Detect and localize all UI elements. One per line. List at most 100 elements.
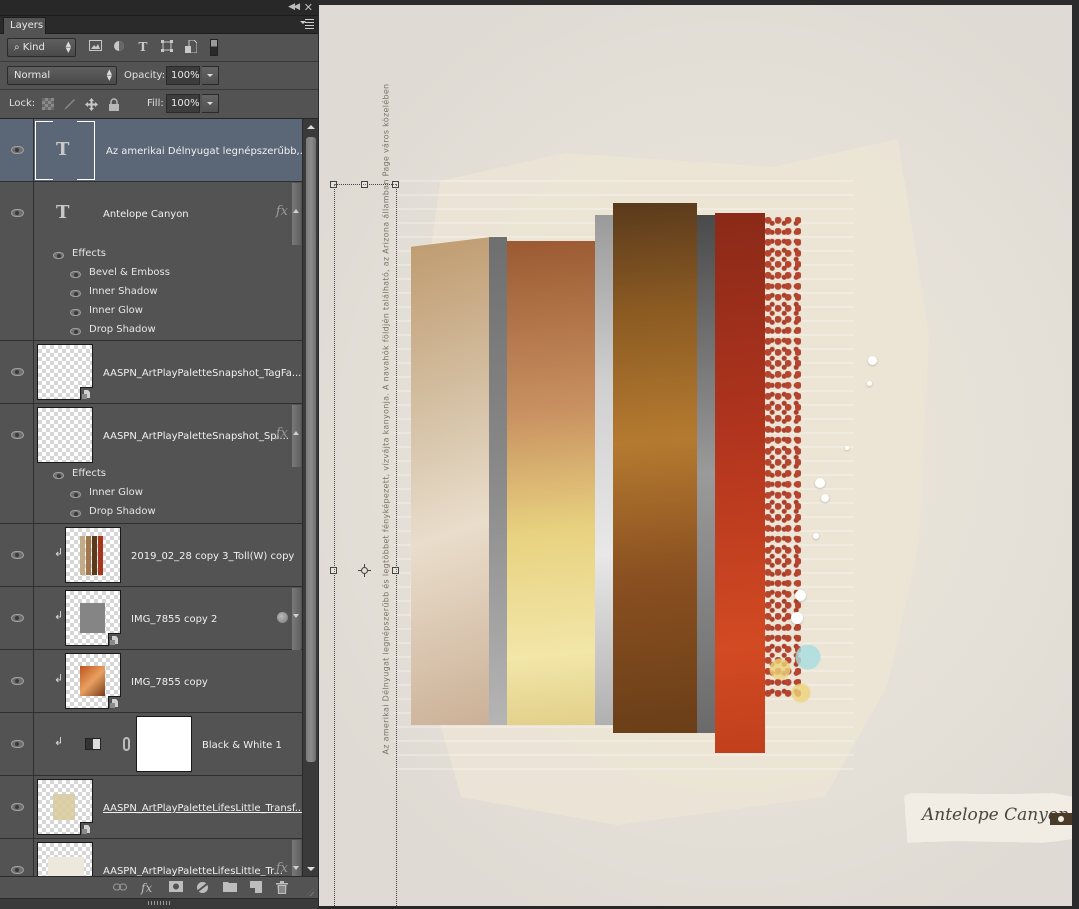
eye-icon[interactable] (70, 309, 81, 316)
effects-collapse-toggle[interactable] (292, 183, 301, 245)
opacity-input[interactable]: 100% (166, 66, 200, 85)
new-layer-icon[interactable] (250, 881, 262, 895)
eye-icon[interactable] (11, 614, 24, 622)
layer-name[interactable]: AASPN_ArtPlayPaletteLifesLittle_Transf..… (103, 803, 302, 814)
layer-name[interactable]: AASPN_ArtPlayPaletteSnapshot_TagFa... (103, 368, 301, 379)
new-adjustment-layer-icon[interactable] (196, 881, 209, 895)
lock-transparent-pixels-icon[interactable] (42, 98, 54, 110)
shape-layer-filter-icon[interactable] (160, 40, 174, 54)
eye-icon[interactable] (70, 271, 81, 278)
eye-icon[interactable] (11, 740, 24, 748)
double-chevron-left-icon[interactable]: ◀◀ (288, 2, 300, 12)
scroll-down-icon[interactable] (307, 867, 315, 871)
effect-item[interactable]: Inner Shadow (89, 282, 158, 301)
fx-icon[interactable]: fx (276, 204, 288, 219)
lock-position-icon[interactable] (85, 98, 98, 111)
fill-dropdown-button[interactable] (202, 94, 219, 113)
vertical-caption-text[interactable]: Az amerikai Délnyugat legnépszerűbb és l… (382, 84, 391, 755)
layer-name[interactable]: Az amerikai Délnyugat legnépszerűbb,... (106, 146, 302, 157)
document-canvas[interactable]: Az amerikai Délnyugat legnépszerűbb és l… (319, 5, 1072, 906)
delete-layer-icon[interactable] (276, 881, 288, 895)
adjustment-layer-filter-icon[interactable] (112, 40, 126, 54)
layer-row[interactable]: T Antelope Canyon fx Effects Bevel & Emb… (0, 182, 302, 341)
resize-grip-icon[interactable] (306, 888, 314, 896)
effect-item[interactable]: Bevel & Emboss (89, 263, 170, 282)
eye-icon[interactable] (70, 328, 81, 335)
layer-mask-thumbnail[interactable] (136, 716, 192, 772)
effects-collapse-toggle[interactable] (292, 840, 301, 876)
layer-row[interactable]: AASPN_ArtPlayPaletteSnapshot_TagFa... (0, 341, 302, 404)
transform-handle[interactable] (392, 181, 399, 188)
paint-dot (791, 612, 803, 624)
panel-resize-bar[interactable] (0, 898, 318, 909)
layers-scrollbar[interactable] (302, 119, 318, 876)
smart-object-filter-icon[interactable] (184, 39, 198, 54)
fx-icon[interactable]: fx (276, 861, 288, 876)
layer-name[interactable]: IMG_7855 copy (131, 677, 208, 688)
layer-row[interactable]: AASPN_ArtPlayPaletteSnapshot_Spl... fx E… (0, 404, 302, 524)
layer-name[interactable]: Antelope Canyon (103, 209, 189, 220)
type-layer-icon: T (56, 139, 70, 160)
lock-all-icon[interactable] (108, 98, 120, 111)
add-layer-style-icon[interactable]: fx (141, 881, 152, 895)
transform-handle[interactable] (392, 567, 399, 574)
layer-name[interactable]: AASPN_ArtPlayPaletteLifesLittle_Tr... (103, 866, 283, 876)
effect-item[interactable]: Drop Shadow (89, 320, 156, 339)
scrollbar-thumb[interactable] (306, 137, 316, 762)
layer-row[interactable]: AASPN_ArtPlayPaletteLifesLittle_Tr... fx (0, 839, 302, 876)
panel-menu-icon[interactable] (300, 19, 314, 29)
clipping-mask-icon: ↲ (54, 546, 64, 559)
layer-row[interactable]: T Az amerikai Délnyugat legnépszerűbb,..… (0, 119, 302, 182)
layer-row[interactable]: AASPN_ArtPlayPaletteLifesLittle_Transf..… (0, 776, 302, 839)
reference-point-crosshair-icon[interactable] (358, 564, 371, 577)
eye-icon[interactable] (11, 803, 24, 811)
eye-icon[interactable] (11, 209, 24, 217)
tag-title-text[interactable]: Antelope Canyon (922, 805, 1069, 825)
layer-name[interactable]: Black & White 1 (202, 740, 282, 751)
tab-layers[interactable]: Layers (3, 17, 46, 34)
link-icon[interactable] (123, 737, 130, 751)
eye-icon[interactable] (11, 431, 24, 439)
add-mask-icon[interactable] (169, 881, 183, 895)
lock-image-pixels-icon[interactable] (63, 98, 75, 110)
pixel-layer-filter-icon[interactable] (88, 40, 102, 54)
layer-name[interactable]: IMG_7855 copy 2 (131, 614, 217, 625)
opacity-dropdown-button[interactable] (202, 66, 219, 85)
eye-icon[interactable] (11, 677, 24, 685)
blend-mode-select[interactable]: Normal ▲ ▼ (7, 66, 117, 85)
layer-row[interactable]: ↲ Black & White 1 (0, 713, 302, 776)
smart-filter-icon[interactable] (277, 612, 288, 623)
layer-row[interactable]: ↲ IMG_7855 copy 2 (0, 587, 302, 650)
fill-input[interactable]: 100% (166, 94, 200, 113)
eye-icon[interactable] (70, 510, 81, 517)
layer-name[interactable]: 2019_02_28 copy 3_Toll(W) copy (131, 551, 294, 562)
effects-collapse-toggle[interactable] (292, 588, 301, 650)
effect-item[interactable]: Drop Shadow (89, 502, 156, 521)
effects-collapse-toggle[interactable] (292, 405, 301, 467)
close-icon[interactable]: ✕ (304, 1, 313, 14)
layers-panel: ◀◀ ✕ Layers ⌕ Kind ▲ ▼ T Normal ▲ ▼ Opac… (0, 0, 318, 909)
layer-row[interactable]: ↲ IMG_7855 copy (0, 650, 302, 713)
eye-icon[interactable] (53, 252, 64, 259)
eye-icon[interactable] (53, 472, 64, 479)
layer-name[interactable]: AASPN_ArtPlayPaletteSnapshot_Spl... (103, 431, 289, 442)
scroll-up-icon[interactable] (307, 125, 315, 129)
layer-row[interactable]: ↲ 2019_02_28 copy 3_Toll(W) copy (0, 524, 302, 587)
link-layers-icon[interactable] (113, 881, 127, 895)
eye-icon[interactable] (11, 866, 24, 874)
type-layer-filter-icon[interactable]: T (136, 40, 150, 54)
transform-handle[interactable] (330, 181, 337, 188)
eye-icon[interactable] (11, 368, 24, 376)
transform-handle[interactable] (361, 181, 368, 188)
transform-handle[interactable] (330, 567, 337, 574)
filter-kind-select[interactable]: ⌕ Kind ▲ ▼ (7, 38, 76, 57)
fx-icon[interactable]: fx (276, 426, 288, 441)
filter-toggle-icon[interactable] (210, 39, 218, 56)
eye-icon[interactable] (11, 146, 24, 154)
eye-icon[interactable] (11, 551, 24, 559)
new-group-icon[interactable] (223, 881, 237, 895)
effect-item[interactable]: Inner Glow (89, 301, 143, 320)
effect-item[interactable]: Inner Glow (89, 483, 143, 502)
eye-icon[interactable] (70, 491, 81, 498)
eye-icon[interactable] (70, 290, 81, 297)
